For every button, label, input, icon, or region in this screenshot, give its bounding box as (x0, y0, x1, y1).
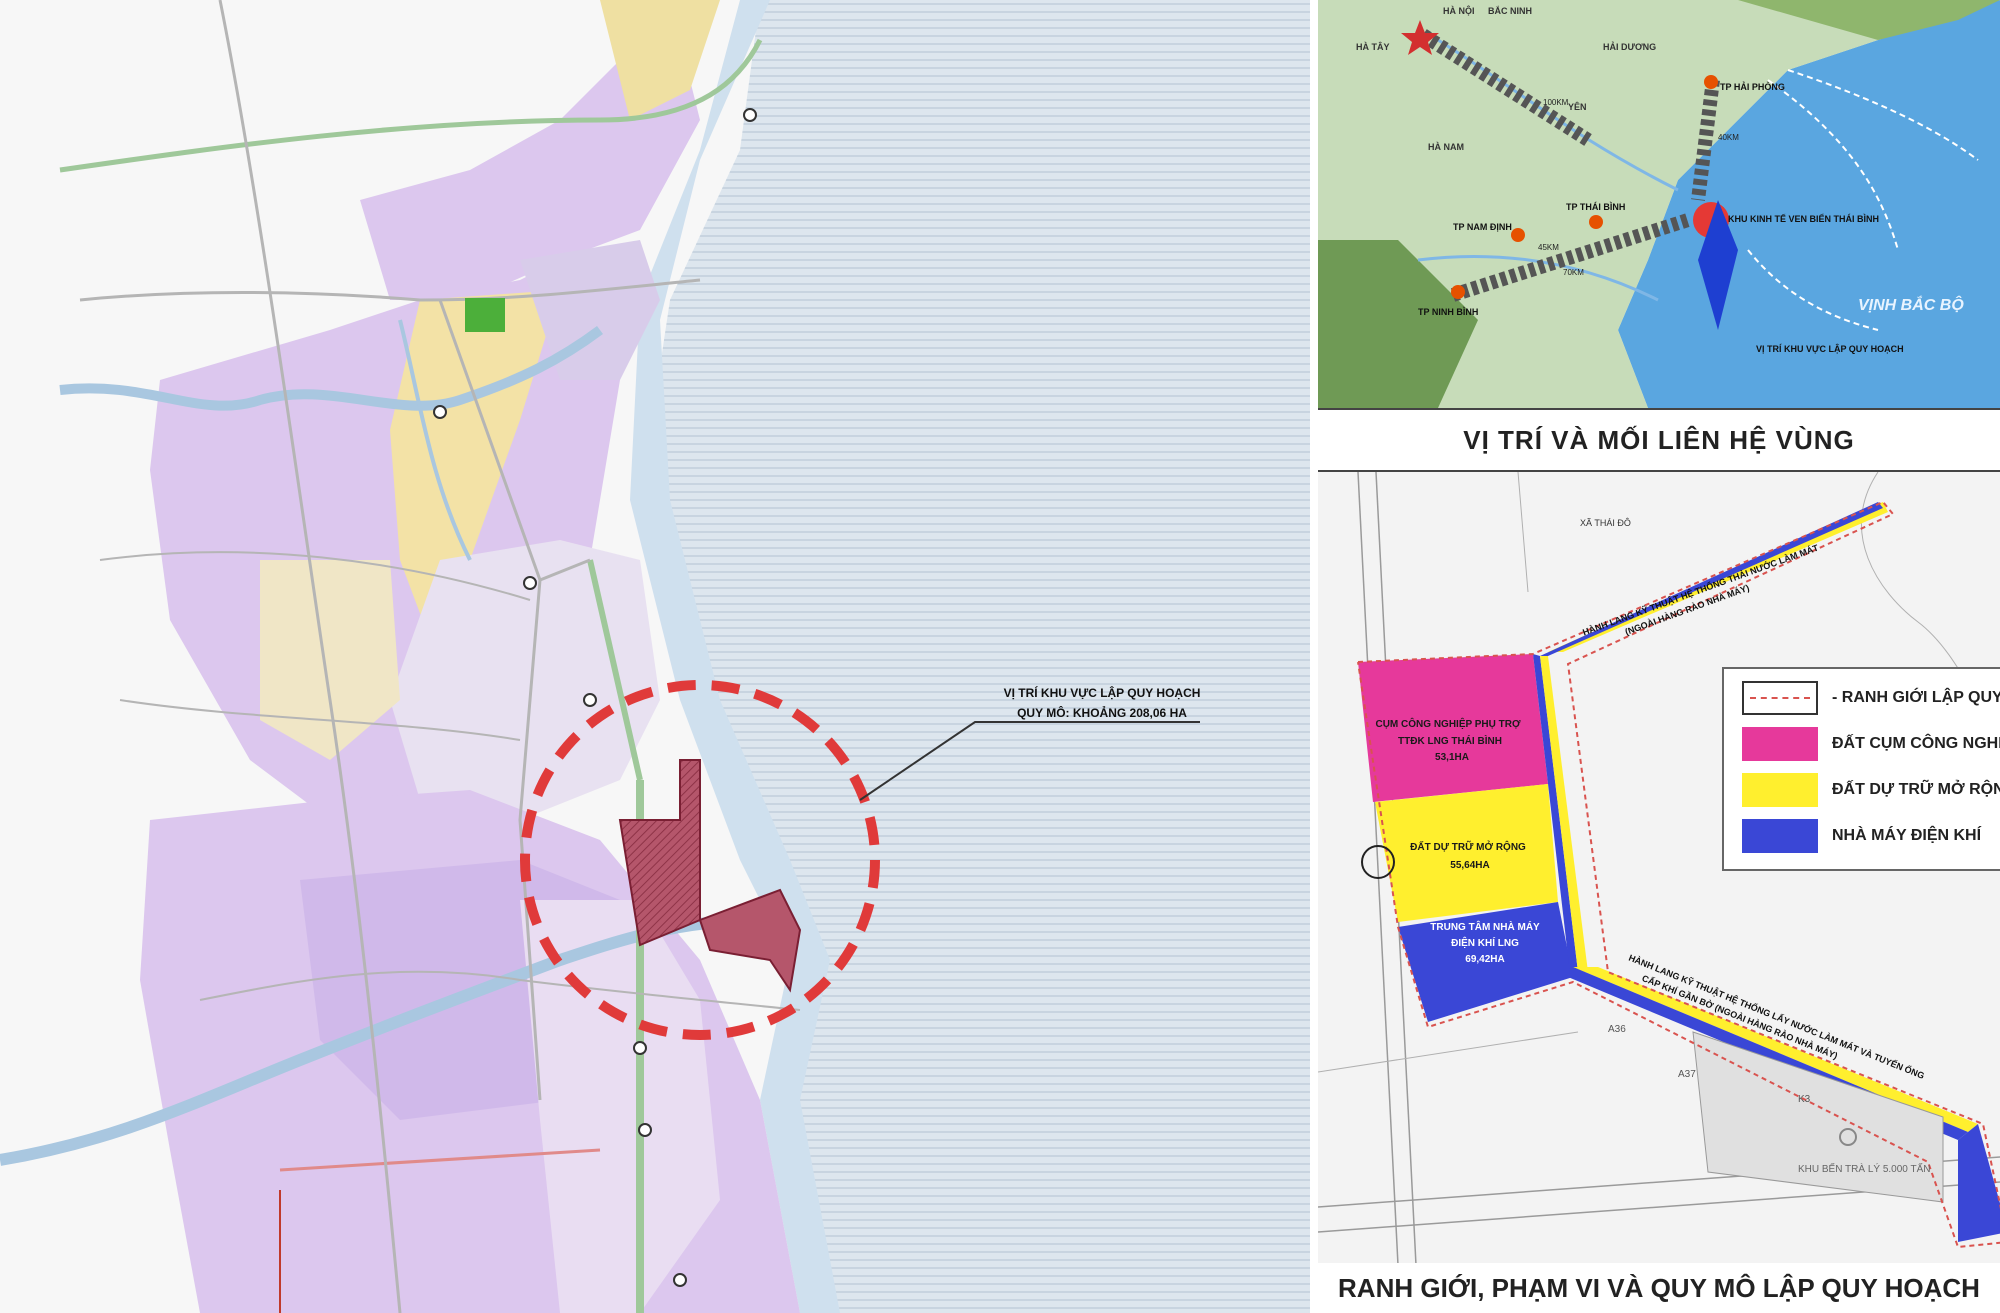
zone-plant-area: 69,42HA (1465, 954, 1504, 965)
zone-reserve-area: 55,64HA (1450, 860, 1489, 871)
label-dist-45: 45KM (1538, 243, 1559, 252)
junction (633, 1041, 647, 1055)
callout-line2: QUY MÔ: KHOẢNG 208,06 HA (1017, 706, 1187, 720)
label-tp-ninh-binh: TP NINH BÌNH (1418, 307, 1478, 317)
corridor-top-line1: HÀNH LANG KỸ THUẬT HỆ THỐNG THẢI NƯỚC LÀ… (1581, 541, 1820, 637)
junction (583, 693, 597, 707)
label-tp-hai-phong: TP HẢI PHÒNG (1720, 81, 1785, 92)
green-parcel (465, 298, 505, 332)
label-kkt: KHU KINH TẾ VEN BIỂN THÁI BÌNH (1728, 213, 1879, 224)
label-vi-tri: VỊ TRÍ KHU VỰC LẬP QUY HOẠCH (1756, 343, 1904, 354)
legend-plant: NHÀ MÁY ĐIỆN KHÍ (1742, 819, 1981, 853)
city-marker (1511, 228, 1525, 242)
legend-boundary-swatch (1742, 681, 1818, 715)
main-map-drawing (0, 0, 1310, 1313)
junction (673, 1273, 687, 1287)
legend-reserve-label: ĐẤT DỰ TRỮ MỞ RỘNG (1832, 781, 2000, 798)
label-ha-noi: HÀ NỘI (1443, 5, 1475, 16)
legend-industrial-swatch (1742, 727, 1818, 761)
junction (523, 576, 537, 590)
label-hai-duong: HẢI DƯƠNG (1603, 41, 1656, 52)
legend-boundary: - RANH GIỚI LẬP QUY HOẠCH (1742, 681, 2000, 715)
plot-a36: A36 (1608, 1024, 1626, 1035)
road-line (1318, 1031, 1579, 1073)
regional-map-drawing: HÀ NỘI BẮC NINH HÀ TÂY HẢI DƯƠNG TP HẢI … (1318, 0, 2000, 408)
label-vinh-bac-bo: VỊNH BẮC BỘ (1858, 295, 1964, 314)
main-planning-map: VỊ TRÍ KHU VỰC LẬP QUY HOẠCH QUY MÔ: KHO… (0, 0, 1310, 1313)
label-hung-yen: YÊN (1568, 101, 1587, 112)
junction (743, 108, 757, 122)
label-ha-nam: HÀ NAM (1428, 142, 1464, 152)
callout-line1: VỊ TRÍ KHU VỰC LẬP QUY HOẠCH (1003, 686, 1201, 700)
jetty (1958, 1124, 2000, 1242)
regional-map: HÀ NỘI BẮC NINH HÀ TÂY HẢI DƯƠNG TP HẢI … (1318, 0, 2000, 410)
city-marker (1704, 75, 1718, 89)
label-dist-100: 100KM (1543, 98, 1569, 107)
junction (433, 405, 447, 419)
legend-reserve-swatch (1742, 773, 1818, 807)
zone-reserve (1375, 784, 1558, 922)
legend-reserve: ĐẤT DỰ TRỮ MỞ RỘNG (1742, 773, 2000, 807)
zone-reserve-line1: ĐẤT DỰ TRỮ MỞ RỘNG (1410, 840, 1526, 853)
regional-title: VỊ TRÍ VÀ MỐI LIÊN HỆ VÙNG (1318, 410, 2000, 470)
label-dist-40: 40KM (1718, 133, 1739, 142)
label-dist-70: 70KM (1563, 268, 1584, 277)
port-label: KHU BẾN TRÀ LÝ 5.000 TẤN (1798, 1162, 1930, 1175)
label-bac-ninh: BẮC NINH (1488, 6, 1532, 16)
plot-a37: A37 (1678, 1069, 1696, 1080)
zone-industrial-line2: TTĐK LNG THÁI BÌNH (1398, 734, 1502, 747)
zone-industrial-line1: CỤM CÔNG NGHIỆP PHỤ TRỢ (1375, 717, 1520, 730)
boundary-title: RANH GIỚI, PHẠM VI VÀ QUY MÔ LẬP QUY HOẠ… (1318, 1263, 2000, 1313)
label-tp-thai-binh: TP THÁI BÌNH (1566, 202, 1625, 212)
legend-plant-label: NHÀ MÁY ĐIỆN KHÍ (1832, 827, 1982, 844)
zone-plant-line1: TRUNG TÂM NHÀ MÁY (1430, 920, 1540, 933)
junction (638, 1123, 652, 1137)
village-label: XÃ THÁI ĐÔ (1580, 518, 1631, 528)
city-marker (1589, 215, 1603, 229)
label-tp-nam-dinh: TP NAM ĐỊNH (1453, 222, 1512, 232)
city-marker (1451, 285, 1465, 299)
legend-boundary-label: - RANH GIỚI LẬP QUY HOẠCH (1832, 689, 2000, 706)
legend-industrial: ĐẤT CỤM CÔNG NGHIỆP (1742, 727, 2000, 761)
plot-k3: K3 (1798, 1094, 1811, 1105)
legend-industrial-label: ĐẤT CỤM CÔNG NGHIỆP (1832, 735, 2000, 752)
zone-industrial-area: 53,1HA (1435, 752, 1469, 763)
planning-callout: VỊ TRÍ KHU VỰC LẬP QUY HOẠCH QUY MÔ: KHO… (982, 683, 1222, 723)
project-site (698, 888, 802, 993)
label-ha-tay: HÀ TÂY (1356, 41, 1390, 52)
legend-plant-swatch (1742, 819, 1818, 853)
site-plan-legend: - RANH GIỚI LẬP QUY HOẠCH ĐẤT CỤM CÔNG N… (1722, 667, 2000, 871)
road-line (1517, 472, 1529, 593)
zone-plant-line2: ĐIỆN KHÍ LNG (1451, 936, 1519, 949)
